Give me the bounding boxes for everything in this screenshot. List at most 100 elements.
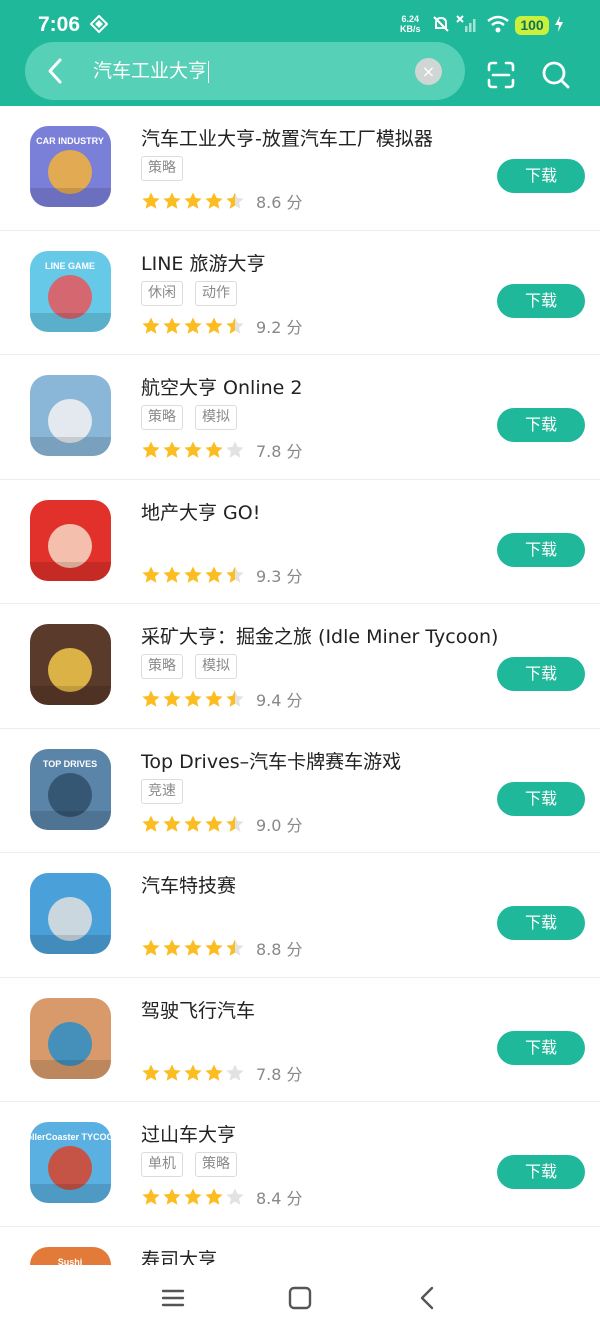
app-list: CAR INDUSTRY 汽车工业大亨-放置汽车工厂模拟器 策略 8.6 分下载 LIN… (0, 106, 600, 1333)
line-tycoon-app-icon[interactable]: LINE GAME (30, 250, 111, 332)
app-list-item[interactable]: 采矿大亨：掘金之旅 (Idle Miner Tycoon) 策略 模拟 9.4 分 下载 (0, 604, 600, 729)
star-full-icon (163, 441, 181, 458)
star-empty-icon (226, 441, 244, 458)
rating-score: 9.2 分 (256, 317, 303, 337)
category-tag: 单机 (141, 1152, 183, 1177)
category-tag: 策略 (141, 405, 183, 430)
star-full-icon (184, 441, 202, 458)
download-button[interactable]: 下载 (497, 283, 585, 318)
app-name[interactable]: 驾驶飞行汽车 (141, 996, 255, 1023)
home-icon[interactable] (285, 1283, 315, 1313)
airline-tycoon-app-icon[interactable] (30, 375, 111, 456)
search-query: 汽车工业大亨 (93, 60, 208, 82)
idle-miner-app-icon[interactable] (30, 624, 111, 705)
app-list-item[interactable]: 地产大亨 GO! 9.3 分 下载 (0, 480, 600, 604)
rating-stars: 9.4 分 (141, 687, 303, 710)
rating-stars: 7.8 分 (141, 1061, 303, 1084)
clear-search-button[interactable]: × (415, 58, 442, 85)
star-full-icon (142, 1064, 160, 1081)
star-full-icon (184, 939, 202, 956)
app-name[interactable]: 采矿大亨：掘金之旅 (Idle Miner Tycoon) (141, 622, 498, 649)
star-full-icon (184, 1188, 202, 1205)
star-full-icon (163, 939, 181, 956)
app-tags: 单机 策略 (141, 1152, 249, 1177)
app-list-item[interactable]: CAR INDUSTRY 汽车工业大亨-放置汽车工厂模拟器 策略 8.6 分 下载 (0, 106, 600, 231)
rating-score: 9.0 分 (256, 815, 303, 835)
flying-car-app-icon[interactable] (30, 997, 111, 1079)
star-empty-icon (226, 1064, 244, 1081)
scan-icon[interactable] (486, 60, 516, 90)
star-full-icon (142, 815, 160, 832)
star-full-icon (163, 317, 181, 334)
download-button[interactable]: 下载 (497, 657, 585, 691)
download-button[interactable]: 下载 (497, 408, 585, 442)
search-input[interactable]: 汽车工业大亨 (93, 58, 210, 84)
download-button[interactable]: 下载 (497, 906, 585, 940)
svg-text:CAR INDUSTRY: CAR INDUSTRY (36, 136, 104, 146)
car-industry-app-icon[interactable]: CAR INDUSTRY (30, 126, 111, 207)
star-full-icon (205, 815, 223, 832)
star-full-icon (205, 566, 223, 583)
top-drives-app-icon[interactable]: TOP DRIVES (30, 748, 111, 830)
rating-stars: 9.2 分 (141, 314, 303, 337)
car-stunt-app-icon[interactable] (30, 873, 111, 954)
system-nav-bar (0, 1265, 600, 1333)
app-list-item[interactable]: 汽车特技赛 8.8 分 下载 (0, 853, 600, 978)
charging-icon (555, 16, 563, 32)
app-name[interactable]: LINE 旅游大亨 (141, 249, 265, 276)
star-full-icon (142, 441, 160, 458)
app-list-item[interactable]: 航空大亨 Online 2 策略 模拟 7.8 分 下载 (0, 355, 600, 480)
mute-bell-icon (433, 16, 449, 32)
app-name[interactable]: 汽车工业大亨-放置汽车工厂模拟器 (141, 124, 433, 151)
app-list-item[interactable]: 驾驶飞行汽车 7.8 分 下载 (0, 978, 600, 1102)
app-list-item[interactable]: TOP DRIVES Top Drives–汽车卡牌赛车游戏 竞速 9.0 分 下载 (0, 729, 600, 853)
download-button[interactable]: 下载 (497, 1030, 585, 1065)
rating-score: 8.4 分 (256, 1189, 303, 1208)
back-nav-icon[interactable] (413, 1283, 443, 1313)
app-list-item[interactable]: RollerCoaster TYCOON 过山车大亨单机策略 8.4 分 下载 (0, 1102, 600, 1227)
star-full-icon (142, 939, 160, 956)
download-button[interactable]: 下载 (497, 1155, 585, 1189)
star-full-icon (205, 939, 223, 956)
search-bar[interactable] (25, 42, 465, 100)
net-speed-unit: KB/s (400, 24, 421, 34)
star-half-icon (226, 939, 244, 956)
app-tags: 策略 模拟 (141, 654, 249, 679)
monopoly-go-app-icon[interactable] (30, 499, 111, 581)
app-name[interactable]: 汽车特技赛 (141, 871, 236, 898)
category-tag: 休闲 (141, 280, 183, 306)
category-tag: 模拟 (195, 405, 237, 430)
star-full-icon (184, 690, 202, 707)
download-button[interactable]: 下载 (497, 532, 585, 567)
app-name[interactable]: 过山车大亨 (141, 1120, 236, 1147)
app-name[interactable]: Top Drives–汽车卡牌赛车游戏 (141, 747, 401, 774)
text-caret (208, 60, 210, 83)
rating-stars: 8.8 分 (141, 936, 303, 959)
app-name[interactable]: 地产大亨 GO! (141, 498, 260, 525)
top-bar: 7:06 6.24 KB/s 100 汽车工业大亨 × (0, 0, 600, 106)
star-full-icon (184, 566, 202, 583)
rating-stars: 9.0 分 (141, 812, 303, 835)
status-time: 7:06 (38, 13, 81, 36)
star-full-icon (163, 690, 181, 707)
star-full-icon (184, 317, 202, 334)
app-tags: 休闲 动作 (141, 280, 249, 306)
category-tag: 竞速 (141, 778, 183, 804)
star-full-icon (184, 815, 202, 832)
star-empty-icon (226, 1188, 244, 1205)
star-full-icon (205, 1064, 223, 1081)
menu-icon[interactable] (158, 1283, 188, 1313)
rating-stars: 8.4 分 (141, 1185, 303, 1208)
star-full-icon (205, 690, 223, 707)
category-tag: 策略 (141, 654, 183, 679)
category-tag: 策略 (195, 1152, 237, 1177)
back-arrow-icon[interactable] (44, 56, 68, 86)
search-icon[interactable] (541, 60, 571, 90)
category-tag: 策略 (141, 156, 183, 181)
download-button[interactable]: 下载 (497, 159, 585, 193)
battery-indicator: 100 (515, 16, 549, 35)
download-button[interactable]: 下载 (497, 781, 585, 816)
app-list-item[interactable]: LINE GAME LINE 旅游大亨 休闲 动作 9.2 分 下载 (0, 231, 600, 355)
rollercoaster-tycoon-app-icon[interactable]: RollerCoaster TYCOON (30, 1122, 111, 1203)
app-name[interactable]: 航空大亨 Online 2 (141, 373, 302, 400)
